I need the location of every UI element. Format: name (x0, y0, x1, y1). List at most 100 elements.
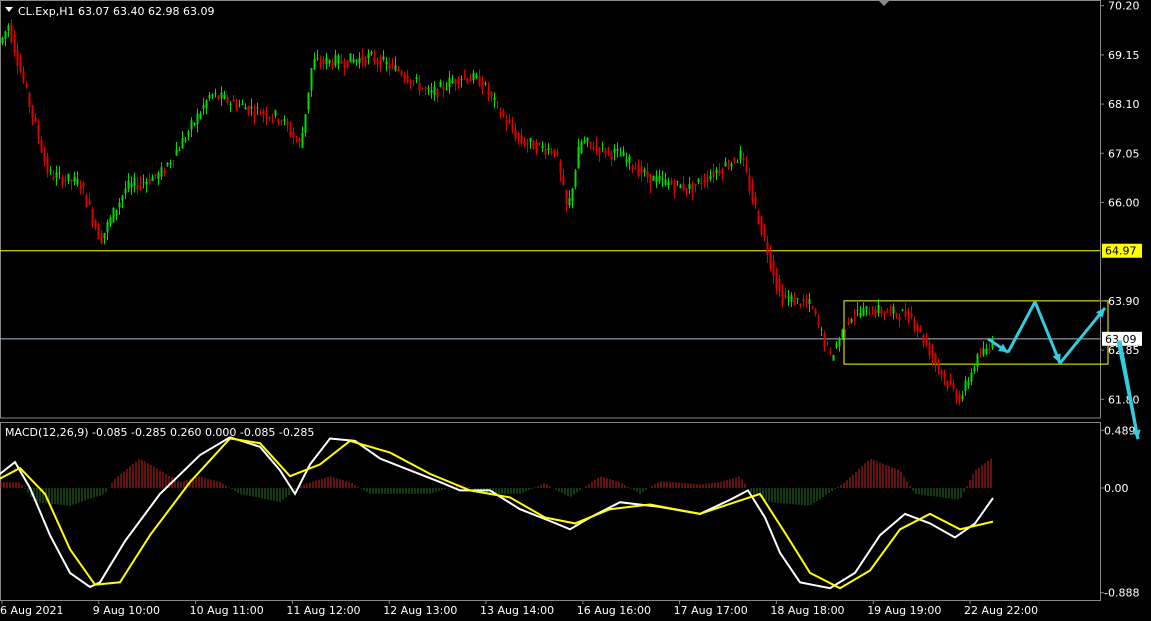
candle-body (838, 339, 841, 347)
candle-body (697, 179, 700, 183)
candle-body (208, 94, 211, 99)
candle-body (964, 380, 967, 391)
candle-body (274, 110, 277, 116)
candle-body (283, 119, 286, 121)
candle-body (355, 59, 358, 62)
candle-body (364, 57, 367, 65)
candle-body (220, 92, 223, 99)
candle-body (10, 23, 13, 43)
candle-body (202, 104, 205, 109)
candle-body (166, 162, 169, 166)
candle-body (943, 374, 946, 379)
candle-body (547, 148, 550, 151)
candle-body (958, 393, 961, 404)
candle-body (262, 110, 265, 115)
candle-body (787, 296, 790, 299)
candle-body (256, 107, 259, 109)
candle-body (520, 135, 523, 144)
candle-body (952, 383, 955, 389)
candle-body (829, 351, 832, 353)
macd-signal-line (0, 437, 994, 590)
candle-body (985, 348, 988, 354)
candle-body (178, 149, 181, 152)
price-tick-label: 61.80 (1108, 393, 1140, 406)
candle-body (973, 367, 976, 372)
candle-body (865, 306, 868, 309)
candle-body (235, 103, 238, 109)
candle-body (721, 168, 724, 174)
candle-body (604, 149, 607, 155)
candle-body (484, 82, 487, 85)
candle-body (673, 184, 676, 192)
time-tick-label: 11 Aug 12:00 (286, 604, 360, 617)
candle-body (523, 140, 526, 147)
candle-body (217, 95, 220, 100)
candle-body (811, 307, 814, 309)
candle-body (127, 180, 130, 189)
candle-body (610, 152, 613, 160)
candle-body (16, 50, 19, 66)
candle-body (643, 169, 646, 172)
candle-body (475, 74, 478, 78)
candle-body (883, 311, 886, 315)
candle-body (175, 149, 178, 156)
candle-body (868, 313, 871, 316)
candle-body (286, 121, 289, 126)
time-tick-label: 16 Aug 16:00 (577, 604, 651, 617)
candle-body (361, 55, 364, 62)
macd-tick-label: 0.00 (1104, 482, 1129, 495)
candle-body (409, 79, 412, 84)
candle-body (508, 119, 511, 123)
candle-body (706, 176, 709, 182)
candle-body (598, 147, 601, 155)
candle-body (895, 313, 898, 316)
candle-body (625, 159, 628, 162)
forecast-arrow-segment (1033, 301, 1062, 364)
time-tick-label: 12 Aug 13:00 (383, 604, 457, 617)
candle-body (280, 120, 283, 122)
candle-body (904, 310, 907, 317)
candle-body (874, 309, 877, 316)
candle-body (841, 329, 844, 338)
price-tick-label: 69.15 (1108, 49, 1140, 62)
candle-body (316, 57, 319, 59)
candle-body (91, 209, 94, 224)
candle-body (946, 381, 949, 388)
window-menu-icon[interactable] (5, 7, 13, 12)
candle-body (247, 106, 250, 114)
candle-body (685, 188, 688, 192)
candle-body (439, 81, 442, 87)
chart-canvas[interactable]: 70.2069.1568.1067.0566.0064.9763.9063.09… (0, 0, 1151, 621)
candle-body (421, 87, 424, 89)
candle-body (517, 133, 520, 139)
candle-body (70, 179, 73, 182)
candle-body (691, 184, 694, 193)
candle-body (853, 316, 856, 318)
candle-body (574, 170, 577, 187)
candle-body (934, 354, 937, 364)
candle-body (118, 202, 121, 208)
candle-body (733, 157, 736, 163)
candle-body (763, 227, 766, 238)
candle-body (718, 170, 721, 174)
candle-body (562, 176, 565, 185)
candle-body (571, 188, 574, 201)
candle-body (847, 322, 850, 324)
candle-body (745, 164, 748, 173)
candle-body (499, 111, 502, 116)
candle-body (451, 80, 454, 84)
candle-body (637, 164, 640, 177)
candle-body (922, 334, 925, 344)
candle-body (76, 178, 79, 185)
candle-body (139, 182, 142, 184)
candle-body (532, 140, 535, 150)
candle-body (25, 84, 28, 87)
candle-body (205, 100, 208, 109)
candle-body (967, 382, 970, 385)
candle-body (367, 53, 370, 58)
candle-body (805, 302, 808, 304)
candle-body (304, 114, 307, 133)
candle-body (907, 311, 910, 322)
scroll-marker-icon[interactable] (878, 0, 890, 6)
macd-panel-frame (0, 422, 1101, 601)
